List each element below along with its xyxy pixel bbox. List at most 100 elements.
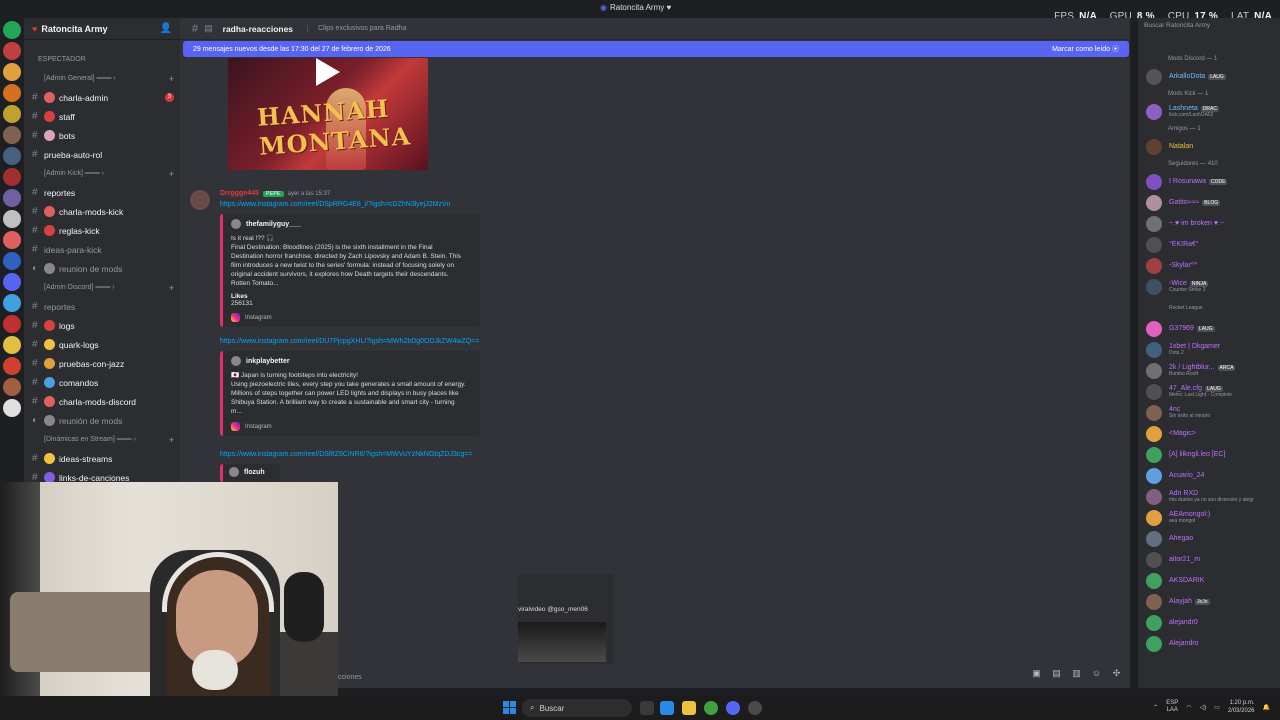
video-thumbnail[interactable] <box>518 622 606 662</box>
member-item[interactable]: Rocket League <box>1138 297 1280 318</box>
server-icon[interactable] <box>3 336 21 354</box>
embed-author[interactable]: inkplaybetter <box>246 358 290 365</box>
member-item[interactable]: Lashneta DRAC kick.com/LashOA52 <box>1138 101 1280 122</box>
battery-icon[interactable]: ▭ <box>1214 704 1220 711</box>
member-item[interactable]: G37969 LAUG <box>1138 318 1280 339</box>
member-item[interactable]: AKSDARIK <box>1138 570 1280 591</box>
member-item[interactable]: AEAmongol:) aea mongol <box>1138 507 1280 528</box>
channel-topic[interactable]: Clips exclusivos para Radha <box>307 25 406 32</box>
member-item[interactable]: <Magic> <box>1138 423 1280 444</box>
add-channel-icon[interactable]: + <box>169 435 174 445</box>
message-author[interactable]: Drrggge445 <box>220 190 259 197</box>
member-item[interactable]: alejandr0 <box>1138 612 1280 633</box>
gif-icon[interactable]: ▤ <box>1051 668 1062 679</box>
avatar[interactable] <box>1146 194 1162 211</box>
avatar[interactable] <box>1146 635 1162 652</box>
message-link[interactable]: https://www.instagram.com/reel/DSpRRG4E8… <box>220 201 451 208</box>
avatar[interactable] <box>1146 446 1162 463</box>
member-item[interactable]: 1xbet | Dkgamer Dota 2 <box>1138 339 1280 360</box>
chrome-icon[interactable] <box>704 701 718 715</box>
server-icon[interactable] <box>3 399 21 417</box>
channel-item[interactable]: # ideas-streams <box>24 449 180 468</box>
avatar[interactable] <box>1146 362 1162 379</box>
discord-taskbar-icon[interactable] <box>726 701 740 715</box>
server-icon[interactable] <box>3 378 21 396</box>
embed-author[interactable]: thefamilyguy___ <box>246 221 301 228</box>
member-item[interactable]: °EKIRa€° <box>1138 234 1280 255</box>
avatar[interactable] <box>1146 320 1162 337</box>
mark-read-button[interactable]: Marcar como leído ⦿ <box>1052 44 1119 54</box>
member-item[interactable]: [A] lilkngli.leo [EC] <box>1138 444 1280 465</box>
channel-item[interactable]: # prueba-auto-rol <box>24 145 180 164</box>
play-icon[interactable] <box>316 58 340 86</box>
avatar[interactable] <box>190 190 210 210</box>
member-item[interactable]: Alejandro <box>1138 633 1280 654</box>
channel-item[interactable]: # logs <box>24 316 180 335</box>
apps-icon[interactable]: ✣ <box>1111 668 1122 679</box>
embed-author[interactable]: flozuh <box>244 469 265 476</box>
member-item[interactable]: Gatito≈≈≈ BLOG <box>1138 192 1280 213</box>
wifi-icon[interactable]: ◠ <box>1186 704 1191 711</box>
start-button[interactable] <box>503 701 517 715</box>
channel-item[interactable]: # quark-logs <box>24 335 180 354</box>
taskbar-search[interactable]: ⌕ Buscar <box>522 699 632 717</box>
channel-item[interactable]: # reportes <box>24 183 180 202</box>
avatar[interactable] <box>1146 551 1162 568</box>
server-icon[interactable] <box>3 84 21 102</box>
avatar[interactable] <box>1146 68 1162 85</box>
member-item[interactable]: Natalan <box>1138 136 1280 157</box>
server-header[interactable]: ♥ Ratoncita Army 👤 <box>24 18 180 40</box>
server-icon[interactable] <box>3 231 21 249</box>
threads-icon[interactable]: ▤ <box>204 23 213 34</box>
channel-category[interactable]: [Dinámicas en Stream] ═══ › + <box>24 430 180 449</box>
add-channel-icon[interactable]: + <box>169 283 174 293</box>
member-item[interactable]: Ahegao <box>1138 528 1280 549</box>
avatar[interactable] <box>1146 509 1162 526</box>
volume-icon[interactable]: ◁) <box>1200 704 1207 711</box>
channel-item[interactable]: # reglas-kick <box>24 221 180 240</box>
task-view-icon[interactable] <box>640 701 654 715</box>
gift-icon[interactable]: ▣ <box>1031 668 1042 679</box>
member-item[interactable]: I Rosunawa CODE <box>1138 171 1280 192</box>
avatar[interactable] <box>1146 257 1162 274</box>
avatar[interactable] <box>1146 425 1162 442</box>
server-icon[interactable] <box>3 21 21 39</box>
add-channel-icon[interactable]: + <box>169 74 174 84</box>
avatar[interactable] <box>1146 614 1162 631</box>
message-link[interactable]: https://www.instagram.com/reel/DU7PjcpgX… <box>220 338 479 345</box>
server-icon[interactable] <box>3 63 21 81</box>
clock[interactable]: 1:20 p.m. 2/03/2026 <box>1228 699 1255 715</box>
member-search[interactable]: Buscar Ratoncita Army <box>1144 22 1210 29</box>
avatar[interactable] <box>1146 530 1162 547</box>
server-icon[interactable] <box>3 210 21 228</box>
chevron-up-icon[interactable]: ⌃ <box>1153 704 1158 711</box>
channel-item[interactable]: ◐ reunion de mods <box>24 259 180 278</box>
server-icon[interactable] <box>3 42 21 60</box>
avatar[interactable] <box>1146 236 1162 253</box>
avatar[interactable] <box>1146 572 1162 589</box>
avatar[interactable] <box>1146 383 1162 400</box>
copilot-icon[interactable] <box>660 701 674 715</box>
avatar[interactable] <box>1146 488 1162 505</box>
server-icon[interactable] <box>3 357 21 375</box>
channel-item[interactable]: # reportes <box>24 297 180 316</box>
emoji-icon[interactable]: ☺ <box>1091 668 1102 679</box>
member-item[interactable]: -Skylar^^ <box>1138 255 1280 276</box>
channel-item[interactable]: # comandos <box>24 373 180 392</box>
member-item[interactable]: Acuario_24 <box>1138 465 1280 486</box>
file-explorer-icon[interactable] <box>682 701 696 715</box>
add-channel-icon[interactable]: + <box>169 169 174 179</box>
channel-item[interactable]: # charla-mods-discord <box>24 392 180 411</box>
sticker-icon[interactable]: ▥ <box>1071 668 1082 679</box>
server-icon[interactable] <box>3 252 21 270</box>
avatar[interactable] <box>1146 404 1162 421</box>
video-embed[interactable]: viralvideo @gso_men06 <box>518 574 614 664</box>
server-icon[interactable] <box>3 168 21 186</box>
avatar[interactable] <box>1146 467 1162 484</box>
avatar[interactable] <box>1146 103 1162 120</box>
add-member-icon[interactable]: 👤 <box>160 23 172 34</box>
message-link[interactable]: https://www.instagram.com/reel/DSf8Z6CiN… <box>220 451 472 458</box>
channel-item[interactable]: # charla-admin 3 <box>24 88 180 107</box>
channel-item[interactable]: # bots <box>24 126 180 145</box>
channel-item[interactable]: # charla-mods-kick <box>24 202 180 221</box>
